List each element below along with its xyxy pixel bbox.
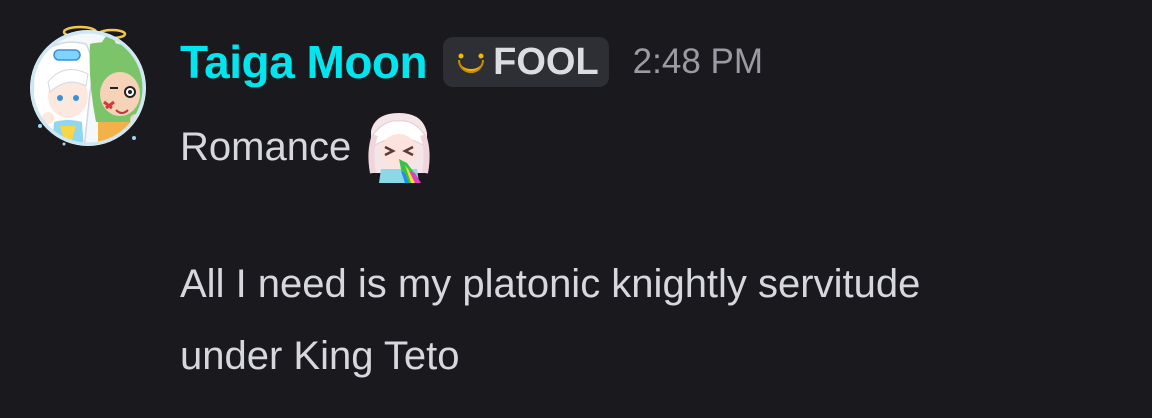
username[interactable]: Taiga Moon	[180, 35, 428, 89]
message-line: Romance	[180, 111, 433, 183]
avatar-image	[30, 25, 146, 146]
role-tag-label: FOOL	[493, 40, 599, 83]
chat-message: Taiga Moon FOOL 2:48 PM Romance All I ne…	[0, 0, 1152, 418]
avatar[interactable]	[24, 22, 152, 150]
timestamp[interactable]: 2:48 PM	[633, 42, 763, 82]
crescent-moon-icon	[458, 53, 485, 73]
message-text: All I need is my platonic knightly servi…	[180, 262, 921, 306]
message-text: under King Teto	[180, 334, 460, 378]
anime-girl-rainbow-vomit-emoji[interactable]	[365, 111, 433, 183]
message-text: Romance	[180, 124, 352, 169]
role-tag[interactable]: FOOL	[443, 37, 609, 87]
message-header: Taiga Moon FOOL 2:48 PM	[180, 34, 763, 90]
